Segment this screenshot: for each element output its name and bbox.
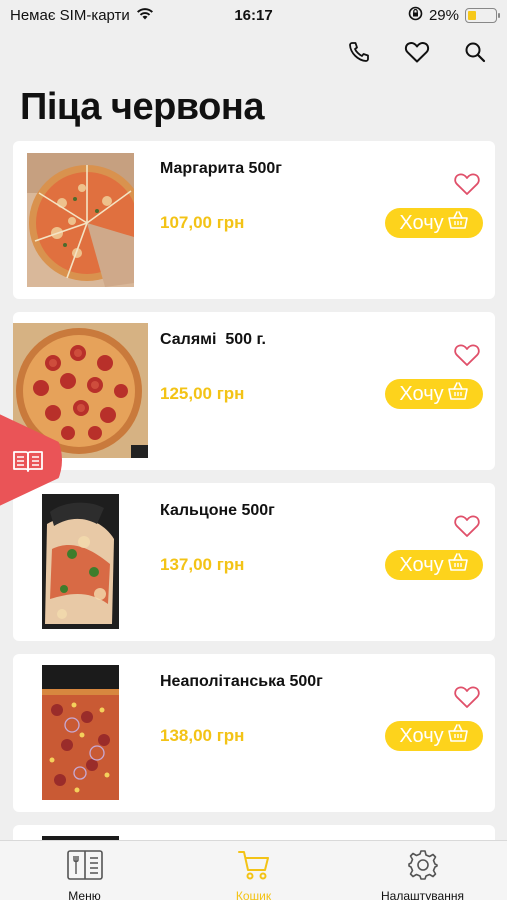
product-image[interactable] [27,153,134,287]
basket-icon [447,210,469,236]
want-button[interactable]: Хочу [385,550,483,580]
tab-label: Кошик [235,889,272,900]
battery-icon [465,7,500,23]
product-name[interactable]: Кальцоне 500г [160,502,275,520]
want-button-label: Хочу [399,382,444,405]
menu-book-icon [66,849,104,886]
product-card[interactable]: Салямі 500 г. 125,00 грн Хочу [13,312,495,470]
status-time: 16:17 [234,6,273,24]
header-actions [345,38,489,66]
favorite-heart-icon[interactable] [453,513,481,539]
tab-settings[interactable]: Налаштування [338,841,507,900]
want-button[interactable]: Хочу [385,721,483,751]
basket-icon [447,381,469,407]
want-button[interactable]: Хочу [385,208,483,238]
battery-percent: 29% [428,6,459,24]
product-price: 125,00 грн [160,384,245,403]
rotation-lock-icon [408,6,423,25]
tab-label: Меню [68,889,101,900]
status-bar: Немає SIM-карти 16:17 29% [0,0,507,30]
product-name[interactable]: Неаполітанська 500г [160,673,323,691]
tab-cart[interactable]: Кошик [169,841,338,900]
product-price: 107,00 грн [160,213,245,232]
tab-menu[interactable]: Меню [0,841,169,900]
tab-label: Налаштування [381,889,464,900]
search-icon[interactable] [461,38,489,66]
want-button-label: Хочу [399,724,444,747]
basket-icon [447,552,469,578]
product-price: 138,00 грн [160,726,245,745]
carrier-label: Немає SIM-карти [10,6,130,24]
product-price: 137,00 грн [160,555,245,574]
favorite-heart-icon[interactable] [453,342,481,368]
product-image[interactable] [42,494,119,629]
product-name[interactable]: Маргарита 500г [160,160,282,178]
product-card[interactable]: Неаполітанська 500г 138,00 грн Хочу [13,654,495,812]
status-right: 29% [408,6,500,25]
product-image[interactable] [42,665,119,800]
basket-icon [447,723,469,749]
favorite-heart-icon[interactable] [453,684,481,710]
product-card[interactable]: Маргарита 500г 107,00 грн Хочу [13,141,495,299]
gear-icon [407,849,439,886]
cart-icon [237,849,271,886]
want-button[interactable]: Хочу [385,379,483,409]
page-title: Піца червона [20,86,264,128]
want-button-label: Хочу [399,211,444,234]
product-name[interactable]: Салямі 500 г. [160,331,266,349]
want-button-label: Хочу [399,553,444,576]
phone-icon[interactable] [345,38,373,66]
favorite-heart-icon[interactable] [453,171,481,197]
heart-icon[interactable] [403,38,431,66]
open-book-icon[interactable] [12,448,44,474]
status-left: Немає SIM-карти [10,7,154,24]
product-card[interactable]: Кальцоне 500г 137,00 грн Хочу [13,483,495,641]
bottom-tab-bar: Меню Кошик Налаштування [0,840,507,900]
wifi-icon [136,7,154,24]
battery-fill [468,10,476,20]
